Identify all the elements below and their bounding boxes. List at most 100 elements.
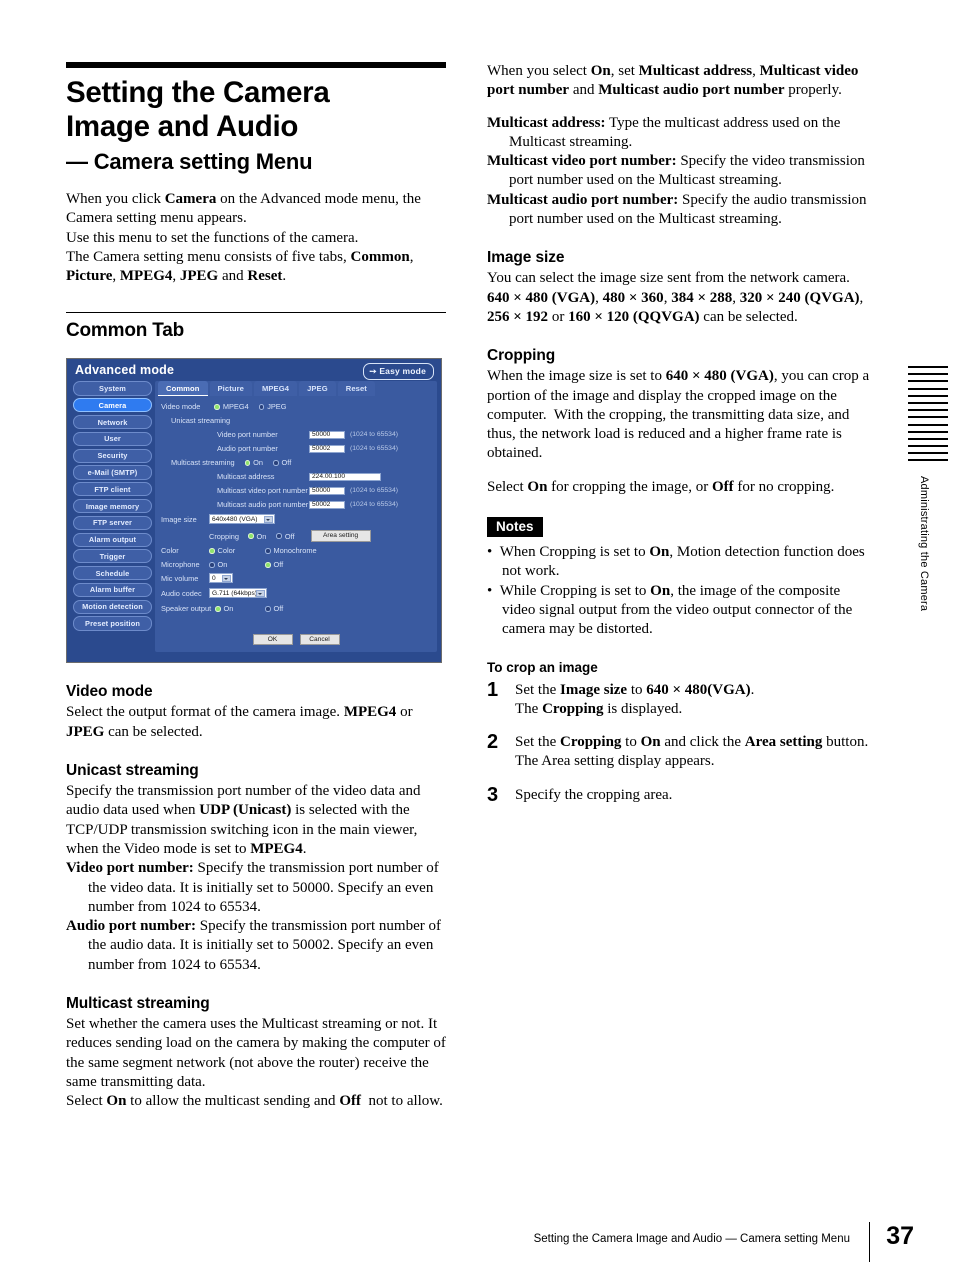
video-port-input[interactable]: 50000 (309, 430, 345, 440)
radio-color-monochrome[interactable]: Monochrome (265, 546, 317, 555)
chevron-down-icon (266, 518, 270, 521)
radio-cropping-off[interactable]: Off (276, 532, 295, 541)
sidebar-item-ftp-client[interactable]: FTP client (73, 482, 152, 497)
document-page: Setting the Camera Image and Audio — Cam… (0, 0, 954, 1274)
common-tab-section-header: Common Tab (66, 312, 446, 342)
notes-list: When Cropping is set to On, Motion detec… (487, 543, 872, 639)
radio-microphone-on[interactable]: On (209, 560, 255, 569)
index-bars (908, 366, 948, 462)
tab-jpeg[interactable]: JPEG (299, 381, 336, 397)
sidebar: System Camera Network User Security e-Mail (S… (73, 381, 152, 633)
image-size-row: Image size 640x480 (VGA) (161, 514, 275, 524)
color-label: Color (161, 546, 179, 556)
sidebar-item-network[interactable]: Network (73, 415, 152, 430)
sidebar-item-label: Preset position (85, 619, 140, 629)
sidebar-item-motion-detection[interactable]: Motion detection (73, 599, 152, 614)
radio-microphone-off[interactable]: Off (265, 560, 283, 569)
audio-codec-label: Audio codec (161, 588, 202, 598)
sidebar-item-alarm-buffer[interactable]: Alarm buffer (73, 582, 152, 598)
chevron-down-icon (224, 577, 228, 580)
radio-speaker-off[interactable]: Off (265, 604, 283, 613)
radio-dot-icon (244, 460, 251, 466)
intro-paragraph-3: The Camera setting menu consists of five… (66, 248, 414, 285)
audio-port-row: Audio port number 50002 (1024 to 65534) (217, 444, 398, 453)
text-cropping: When the image size is set to 640 × 480 … (487, 368, 870, 462)
image-size-select[interactable]: 640x480 (VGA) (209, 514, 275, 524)
multicast-streaming-label: Multicast streaming (171, 458, 235, 468)
audio-port-input[interactable]: 50002 (309, 444, 345, 454)
microphone-row: Microphone On Off (161, 560, 293, 569)
radio-label: Off (273, 604, 284, 614)
radio-cropping-on[interactable]: On (248, 532, 266, 541)
tab-picture[interactable]: Picture (209, 381, 252, 397)
note-item: While Cropping is set to On, the image o… (487, 582, 872, 640)
multicast-audio-port-input[interactable]: 50002 (309, 500, 345, 510)
radio-label: Monochrome (273, 546, 317, 556)
sidebar-item-alarm-output[interactable]: Alarm output (73, 532, 152, 547)
text-cropping-2: Select On for cropping the image, or Off… (487, 478, 835, 495)
heading-video-mode: Video mode (66, 683, 153, 701)
tab-common[interactable]: Common (158, 381, 208, 397)
sidebar-item-system[interactable]: System (73, 381, 152, 396)
index-bar (908, 387, 948, 390)
radio-dot-icon (265, 562, 271, 568)
mic-volume-select[interactable]: 0 (209, 573, 233, 583)
radio-dot-icon (248, 533, 254, 539)
area-setting-button[interactable]: Area setting (310, 530, 371, 542)
sidebar-item-preset-position[interactable]: Preset position (73, 616, 152, 631)
index-bar (908, 423, 948, 426)
radio-dot-icon (215, 606, 221, 612)
sidebar-item-user[interactable]: User (73, 431, 152, 447)
index-bar (908, 366, 948, 368)
unicast-streaming-label: Unicast streaming (171, 416, 231, 426)
sidebar-item-camera[interactable]: Camera (73, 398, 152, 413)
page-number: 37 (886, 1222, 914, 1250)
sidebar-item-e-mail-smtp[interactable]: e-Mail (SMTP) (73, 465, 152, 480)
radio-dot-icon (258, 404, 265, 410)
easy-mode-button[interactable]: ➙ Easy mode (363, 363, 434, 380)
notes-badge: Notes (487, 517, 543, 538)
multicast-streaming-row: Multicast streaming On Off (171, 458, 301, 467)
step-item: 1 Set the Image size to 640 × 480(VGA). Th… (487, 680, 872, 720)
sidebar-item-label: Alarm buffer (89, 585, 136, 595)
audio-codec-select[interactable]: G.711 (64kbps) (209, 588, 267, 598)
radio-label: Off (281, 458, 292, 468)
radio-dot-icon (214, 404, 220, 410)
section-title-common-tab: Common Tab (66, 320, 184, 342)
step-text: Set the Cropping to On and click the Are… (515, 734, 869, 770)
sidebar-item-label: FTP client (94, 484, 131, 494)
intro-paragraph-2: Use this menu to set the functions of th… (66, 229, 359, 246)
cancel-button[interactable]: Cancel (299, 633, 340, 646)
radio-speaker-on[interactable]: On (215, 604, 255, 613)
sidebar-item-schedule[interactable]: Schedule (73, 566, 152, 581)
sidebar-item-image-memory[interactable]: Image memory (73, 498, 152, 514)
video-port-row: Video port number 50000 (1024 to 65534) (217, 430, 398, 439)
sidebar-item-label: User (104, 434, 121, 444)
sidebar-item-trigger[interactable]: Trigger (73, 549, 152, 564)
ok-button[interactable]: OK (252, 633, 293, 646)
sidebar-item-label: Image memory (85, 501, 140, 511)
radio-color-color[interactable]: Color (209, 546, 255, 555)
radio-multicast-on[interactable]: On (244, 458, 263, 467)
heading-unicast-streaming: Unicast streaming (66, 762, 199, 780)
chapter-subtitle: — Camera setting Menu (66, 149, 313, 174)
tab-mpeg4[interactable]: MPEG4 (253, 381, 298, 397)
index-bar (908, 373, 948, 376)
unicast-streaming-label-row: Unicast streaming (171, 416, 230, 425)
radio-video-mode-jpeg[interactable]: JPEG (258, 402, 287, 411)
sidebar-item-label: Trigger (99, 551, 126, 561)
sidebar-item-security[interactable]: Security (73, 448, 152, 463)
steps-list: 1 Set the Image size to 640 × 480(VGA). Th… (487, 680, 872, 805)
step-text: Set the Image size to 640 × 480(VGA). The… (515, 681, 755, 717)
audio-codec-row: Audio codec G.711 (64kbps) (161, 588, 267, 598)
advanced-mode-screenshot: Advanced mode ➙ Easy mode System Camera Ne… (66, 358, 442, 664)
sidebar-item-ftp-server[interactable]: FTP server (73, 515, 152, 530)
radio-dot-icon (265, 548, 271, 554)
sidebar-item-label: e-Mail (SMTP) (87, 467, 138, 477)
common-tab-form: Video mode MPEG4 JPEG Unicast streaming … (155, 398, 437, 652)
radio-multicast-off[interactable]: Off (273, 458, 291, 467)
tab-reset[interactable]: Reset (337, 381, 375, 397)
multicast-video-port-input[interactable]: 50000 (309, 486, 345, 496)
multicast-address-input[interactable]: 224.00.100 (309, 472, 381, 482)
radio-video-mode-mpeg4[interactable]: MPEG4 (214, 402, 249, 411)
